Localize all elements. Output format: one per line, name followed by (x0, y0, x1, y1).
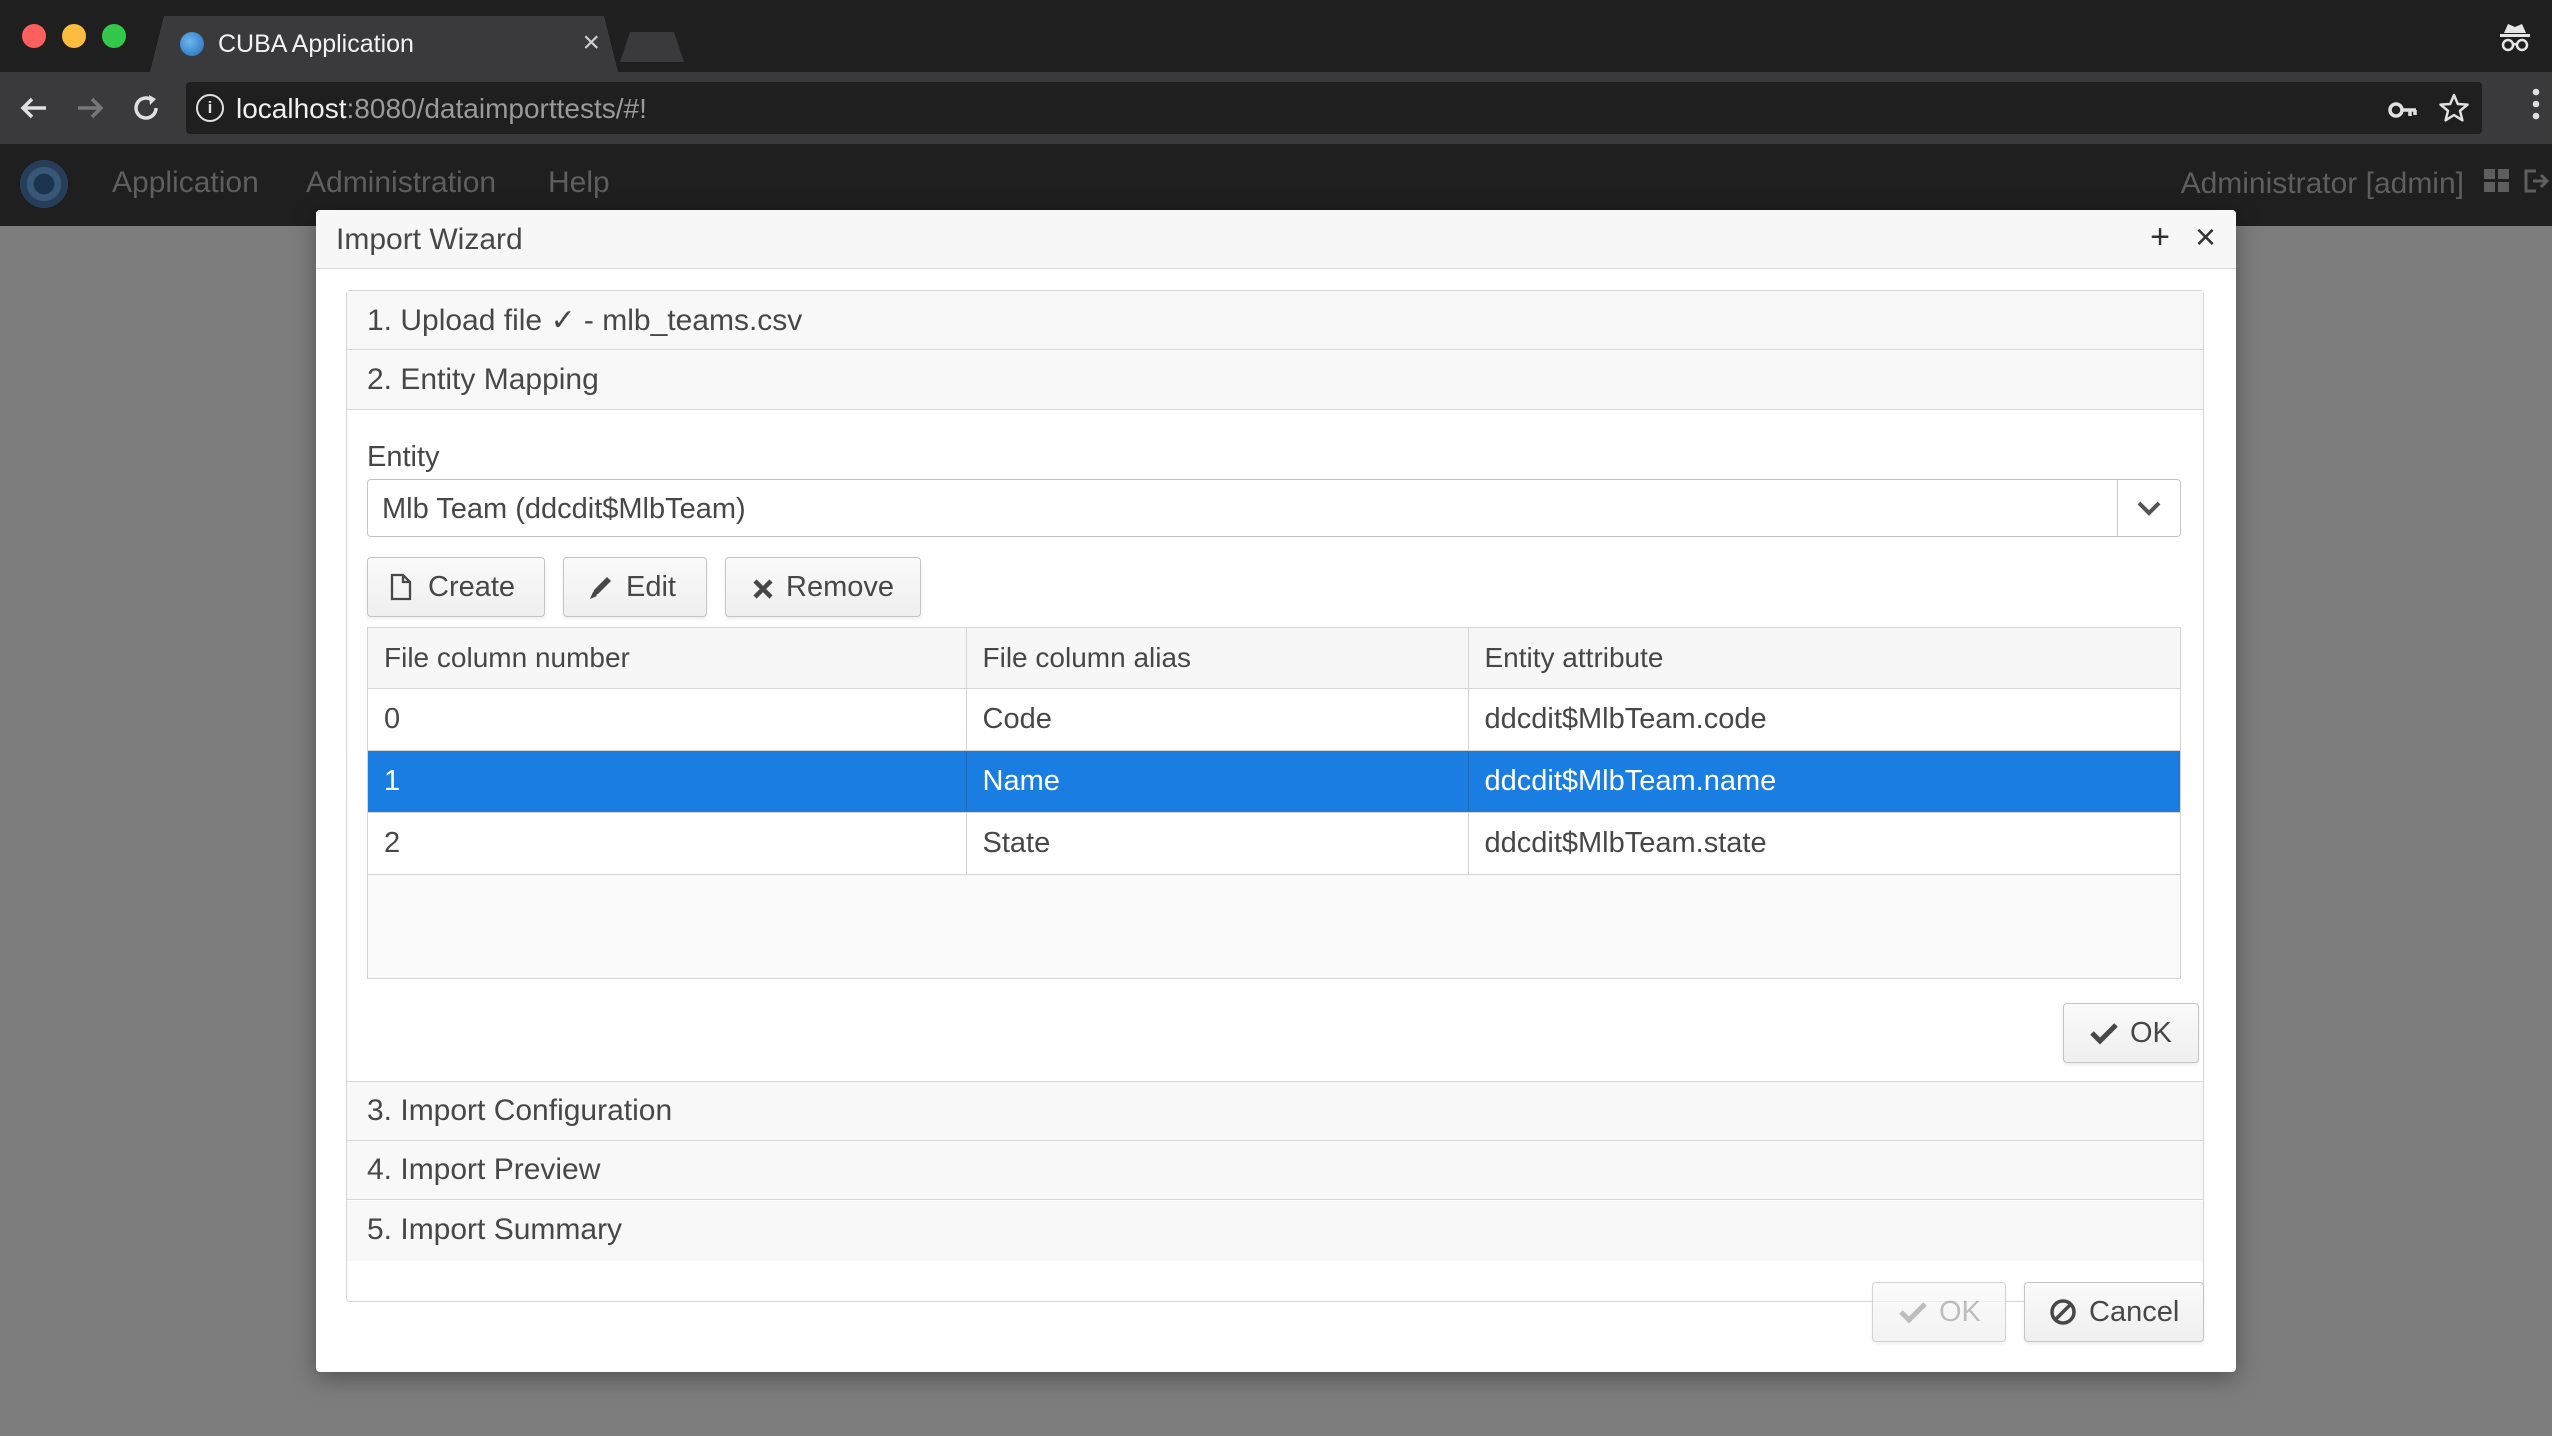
cell-attribute: ddcdit$MlbTeam.state (1468, 812, 2180, 875)
ban-icon (2049, 1298, 2077, 1334)
wizard-accordion: 1. Upload file ✓ - mlb_teams.csv 2. Enti… (346, 290, 2204, 1302)
menu-help[interactable]: Help (548, 166, 610, 200)
dialog-title: Import Wizard (336, 223, 523, 256)
window-close-button[interactable] (22, 24, 46, 48)
maximize-icon[interactable]: + (2150, 218, 2170, 257)
close-icon[interactable]: × (2195, 216, 2216, 258)
remove-button[interactable]: Remove (725, 557, 921, 617)
pencil-icon (588, 573, 614, 609)
back-arrow-icon[interactable] (16, 90, 52, 126)
info-icon[interactable]: i (196, 94, 224, 122)
step-upload-file[interactable]: 1. Upload file ✓ - mlb_teams.csv (347, 291, 2203, 350)
edit-button[interactable]: Edit (563, 557, 707, 617)
menu-application[interactable]: Application (112, 166, 259, 200)
entity-select-value: Mlb Team (ddcdit$MlbTeam) (382, 493, 746, 525)
cell-number: 1 (368, 750, 967, 813)
app-logo-icon (20, 160, 68, 208)
cell-attribute: ddcdit$MlbTeam.name (1468, 750, 2180, 813)
tab-close-icon[interactable]: × (582, 26, 600, 60)
file-icon (390, 573, 412, 609)
window-minimize-button[interactable] (62, 24, 86, 48)
app-grid-icon[interactable] (2484, 168, 2510, 200)
step-entity-mapping[interactable]: 2. Entity Mapping (347, 351, 2203, 410)
chevron-down-icon[interactable] (2117, 480, 2180, 536)
cell-attribute: ddcdit$MlbTeam.code (1468, 688, 2180, 751)
key-icon[interactable] (2388, 94, 2418, 131)
import-wizard-dialog: Import Wizard + × 1. Upload file ✓ - mlb… (316, 210, 2236, 1372)
step-ok-button[interactable]: OK (2063, 1003, 2199, 1063)
address-bar[interactable]: i localhost:8080/dataimporttests/#! (186, 82, 2482, 134)
mapping-table[interactable]: File column number File column alias Ent… (367, 627, 2181, 979)
column-header-number[interactable]: File column number (368, 628, 967, 689)
step-import-configuration[interactable]: 3. Import Configuration (347, 1081, 2203, 1141)
ok-button[interactable]: OK (1872, 1282, 2006, 1342)
cell-number: 2 (368, 812, 967, 875)
check-icon (2090, 1020, 2118, 1053)
window-zoom-button[interactable] (102, 24, 126, 48)
browser-tab-bar: CUBA Application × (0, 0, 2552, 72)
create-button[interactable]: Create (367, 557, 545, 617)
forward-arrow-icon[interactable] (72, 90, 108, 126)
logout-icon[interactable] (2524, 168, 2550, 200)
browser-tab[interactable]: CUBA Application × (150, 16, 618, 72)
cell-alias: Name (966, 750, 1469, 813)
bookmark-star-icon[interactable] (2438, 92, 2470, 132)
step-import-preview[interactable]: 4. Import Preview (347, 1141, 2203, 1200)
reload-icon[interactable] (128, 90, 164, 126)
column-header-alias[interactable]: File column alias (966, 628, 1469, 689)
cancel-button[interactable]: Cancel (2024, 1282, 2204, 1342)
column-header-attribute[interactable]: Entity attribute (1468, 628, 2180, 689)
browser-menu-icon[interactable] (2532, 86, 2540, 131)
cross-icon (752, 575, 774, 608)
table-row[interactable]: 2 State ddcdit$MlbTeam.state (368, 812, 2180, 875)
incognito-icon (2498, 22, 2532, 52)
table-header-row: File column number File column alias Ent… (368, 628, 2180, 689)
tab-title: CUBA Application (218, 30, 414, 58)
cell-number: 0 (368, 688, 967, 751)
current-user[interactable]: Administrator [admin] (2181, 167, 2464, 201)
entity-label: Entity (367, 441, 440, 473)
cell-alias: State (966, 812, 1469, 875)
menu-administration[interactable]: Administration (306, 166, 496, 200)
step-import-summary[interactable]: 5. Import Summary (347, 1201, 2203, 1261)
favicon-icon (180, 32, 204, 56)
cell-alias: Code (966, 688, 1469, 751)
check-icon (1899, 1299, 1927, 1332)
table-row-selected[interactable]: 1 Name ddcdit$MlbTeam.name (368, 750, 2180, 813)
entity-select[interactable]: Mlb Team (ddcdit$MlbTeam) (367, 479, 2181, 537)
table-row[interactable]: 0 Code ddcdit$MlbTeam.code (368, 688, 2180, 751)
new-tab-button[interactable] (620, 32, 684, 62)
dialog-header: Import Wizard + × (316, 210, 2236, 269)
url-text[interactable]: localhost:8080/dataimporttests/#! (236, 93, 647, 125)
browser-toolbar: i localhost:8080/dataimporttests/#! (0, 72, 2552, 144)
